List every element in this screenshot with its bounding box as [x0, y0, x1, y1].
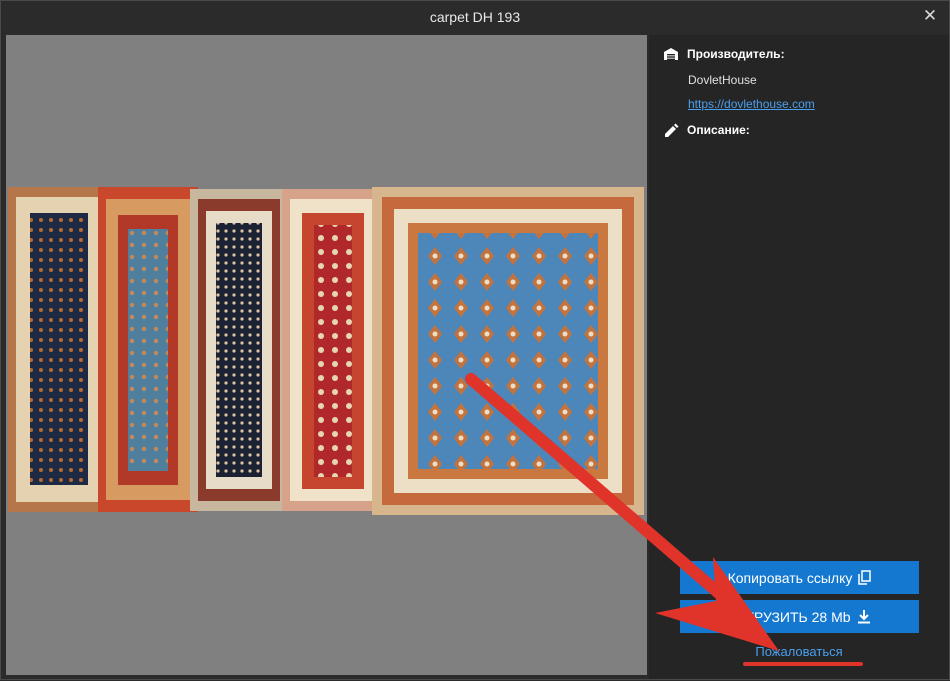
download-label: ЗАГРУЗИТЬ 28 Mb: [728, 608, 851, 625]
copy-link-button[interactable]: Копировать ссылку: [680, 561, 919, 594]
manufacturer-label: Производитель:: [687, 47, 785, 61]
carpet-preview-image: [8, 187, 644, 515]
complain-link[interactable]: Пожаловаться: [649, 644, 949, 659]
warehouse-icon: [664, 48, 678, 60]
window-title: carpet DH 193: [429, 9, 521, 25]
manufacturer-link[interactable]: https://dovlethouse.com: [688, 97, 815, 111]
description-label: Описание:: [687, 123, 750, 137]
copy-icon: [858, 570, 872, 585]
manufacturer-name: DovletHouse: [688, 73, 757, 87]
title-bar: carpet DH 193 ✕: [1, 1, 949, 34]
download-button[interactable]: ЗАГРУЗИТЬ 28 Mb: [680, 600, 919, 633]
info-panel: Производитель: DovletHouse https://dovle…: [649, 35, 949, 679]
pencil-icon: [665, 123, 679, 137]
close-icon[interactable]: ✕: [921, 7, 939, 25]
annotation-underline: [743, 662, 863, 666]
download-icon: [857, 610, 870, 624]
model-preview: [6, 35, 647, 675]
description-row: Описание:: [663, 122, 750, 138]
copy-link-label: Копировать ссылку: [727, 569, 853, 586]
manufacturer-row: Производитель:: [663, 47, 785, 61]
viewer-window: carpet DH 193 ✕ Производитель: DovletHou…: [0, 0, 950, 680]
